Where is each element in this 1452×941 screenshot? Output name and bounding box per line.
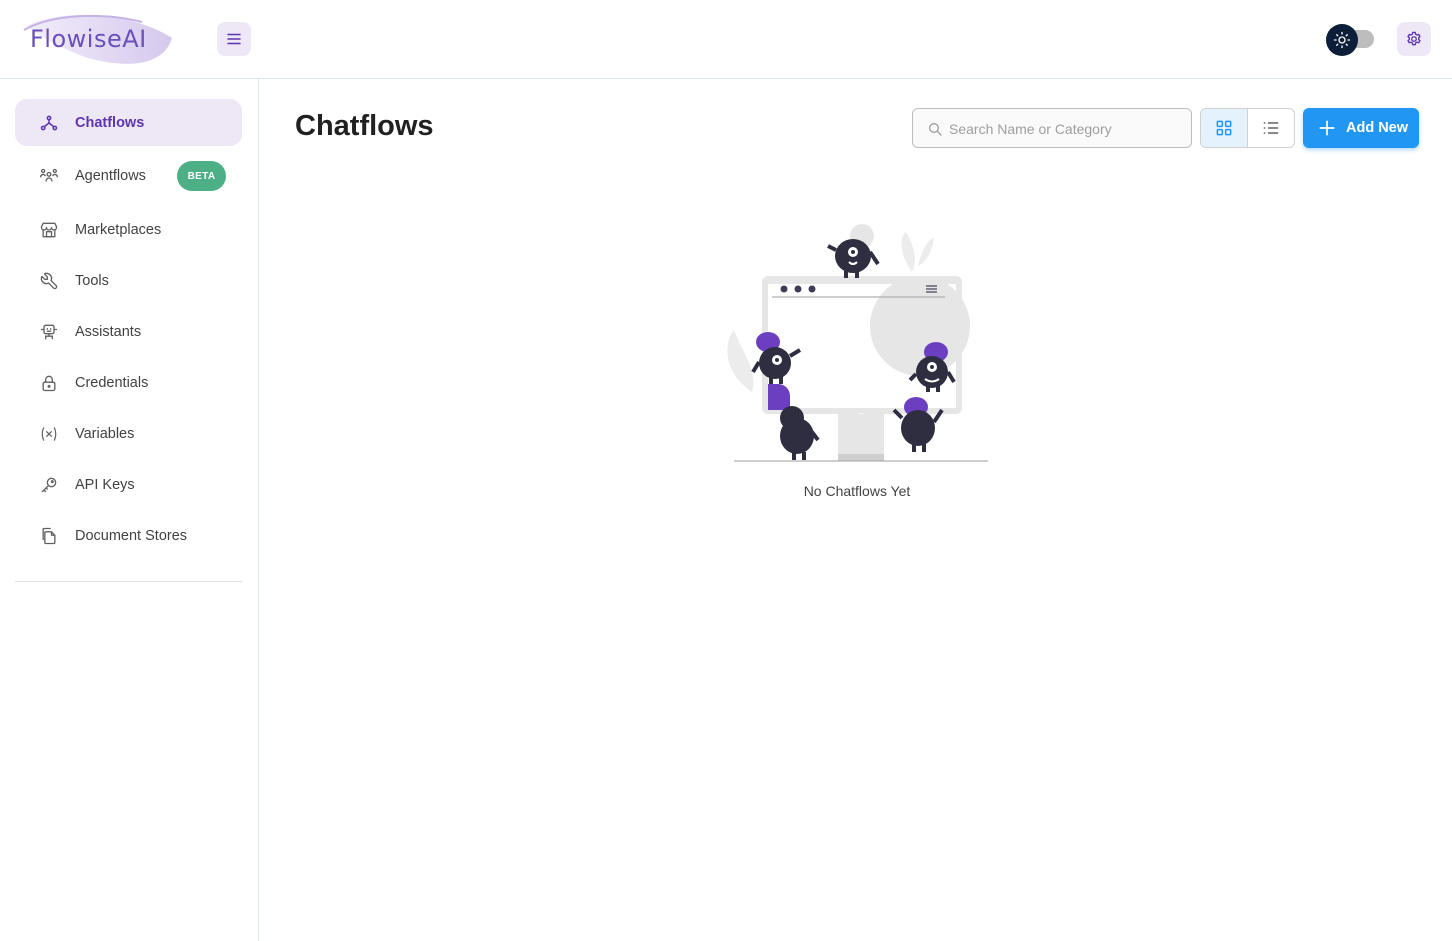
search-input[interactable]: [949, 117, 1185, 141]
lock-icon: [39, 373, 59, 393]
sidebar-nav: Chatflows Agentflows BETA Marketplaces T…: [15, 99, 242, 563]
add-new-button[interactable]: Add New: [1303, 108, 1419, 148]
robot-icon: [39, 322, 59, 342]
sidebar-item-label: Variables: [75, 425, 135, 442]
sidebar-item-credentials[interactable]: Credentials: [15, 359, 242, 406]
sidebar-item-label: Assistants: [75, 323, 142, 340]
key-icon: [39, 475, 59, 495]
sidebar-item-api-keys[interactable]: API Keys: [15, 461, 242, 508]
gear-icon: [1407, 31, 1421, 46]
empty-state-text: No Chatflows Yet: [803, 483, 911, 499]
list-icon: [1263, 122, 1279, 134]
sidebar-item-tools[interactable]: Tools: [15, 257, 242, 304]
grid-icon: [1216, 120, 1232, 136]
sidebar-item-label: Tools: [75, 272, 109, 289]
beta-badge: BETA: [177, 161, 226, 191]
sidebar-toggle-button[interactable]: [217, 22, 251, 56]
view-toggle: [1200, 108, 1295, 148]
hamburger-icon: [227, 33, 241, 45]
empty-state-image: [727, 224, 988, 462]
sidebar-item-agentflows[interactable]: Agentflows BETA: [15, 150, 242, 202]
empty-state-illustration: [722, 222, 994, 466]
sidebar-item-variables[interactable]: Variables: [15, 410, 242, 457]
agents-icon: [39, 166, 59, 186]
header: FlowiseAI: [0, 0, 1452, 79]
sidebar-divider: [15, 581, 242, 582]
settings-button[interactable]: [1397, 22, 1431, 56]
sidebar-item-document-stores[interactable]: Document Stores: [15, 512, 242, 559]
chatflows-icon: [39, 113, 59, 133]
card-view-button[interactable]: [1201, 109, 1248, 147]
logo-text: FlowiseAI: [30, 25, 147, 53]
sidebar-item-label: Marketplaces: [75, 221, 162, 238]
sidebar: Chatflows Agentflows BETA Marketplaces T…: [0, 79, 259, 941]
sidebar-item-chatflows[interactable]: Chatflows: [15, 99, 242, 146]
search-box[interactable]: [912, 108, 1192, 148]
sidebar-item-marketplaces[interactable]: Marketplaces: [15, 206, 242, 253]
sidebar-item-label: Credentials: [75, 374, 149, 391]
sidebar-item-label: Document Stores: [75, 527, 188, 544]
files-icon: [39, 526, 59, 546]
sun-icon: [1333, 31, 1351, 49]
add-new-label: Add New: [1346, 120, 1409, 136]
plus-icon: [1319, 120, 1335, 136]
dark-mode-toggle[interactable]: [1326, 24, 1376, 56]
search-icon: [929, 123, 942, 136]
flowise-logo[interactable]: FlowiseAI: [22, 12, 178, 66]
variable-icon: [39, 424, 59, 444]
sidebar-item-label: Chatflows: [75, 114, 145, 131]
sidebar-item-label: API Keys: [75, 476, 135, 493]
list-view-button[interactable]: [1248, 109, 1295, 147]
tool-icon: [39, 271, 59, 291]
sidebar-item-label: Agentflows: [75, 168, 146, 184]
page-title: Chatflows: [295, 110, 434, 142]
store-icon: [39, 220, 59, 240]
sidebar-item-assistants[interactable]: Assistants: [15, 308, 242, 355]
toggle-thumb: [1326, 24, 1358, 56]
